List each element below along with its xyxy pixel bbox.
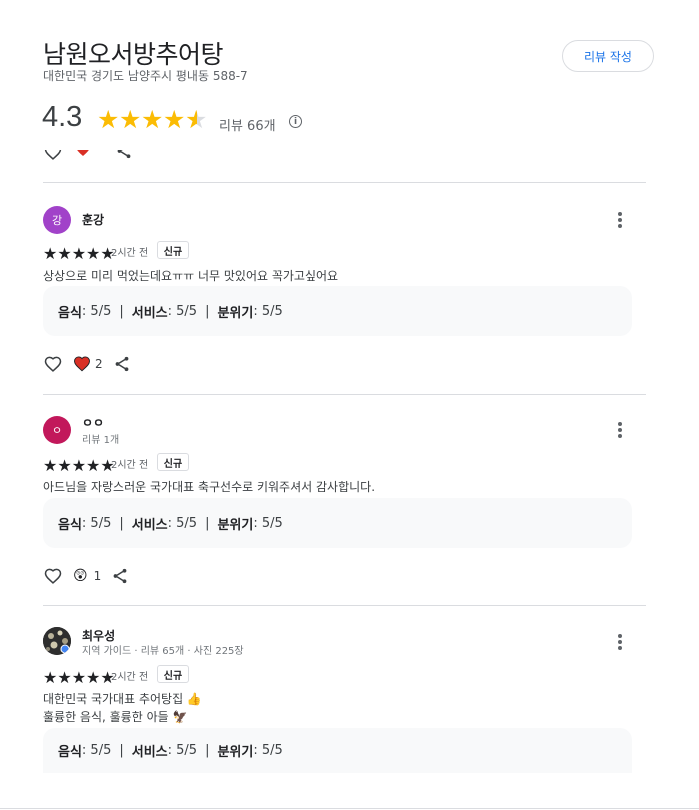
place-header: 남원오서방추어탕 대한민국 경기도 남양주시 평내동 588-7 리뷰 작성 4… xyxy=(0,0,699,150)
bottom-border xyxy=(0,808,699,809)
attr-separator: | xyxy=(205,303,210,319)
reviewer-name[interactable]: ㅇㅇ xyxy=(82,414,104,431)
attr-label-service: 서비스 xyxy=(131,745,168,760)
attr-label-food: 음식 xyxy=(58,305,82,321)
attr-label-service: 서비스 xyxy=(131,305,168,321)
review-divider xyxy=(43,182,646,183)
review-count: 리뷰 66개 xyxy=(219,119,276,134)
reviewer-meta: 지역 가이드 · 리뷰 65개 · 사진 225장 xyxy=(82,646,244,657)
attr-value-atmosphere: : 5/5 xyxy=(253,303,283,319)
reaction-chip[interactable]: 2 xyxy=(73,355,103,373)
reaction-chip[interactable]: 😲 1 xyxy=(73,568,101,584)
place-address: 대한민국 경기도 남양주시 평내동 588-7 xyxy=(43,69,248,83)
reaction-count: 1 xyxy=(93,569,102,583)
reviewer-name[interactable]: 훈강 xyxy=(82,211,104,228)
review-time: 2시간 전 xyxy=(111,248,149,259)
avatar-photo xyxy=(43,627,71,655)
review-rating-stars: ★★★★★ xyxy=(43,668,115,687)
attr-separator: | xyxy=(119,303,124,319)
attr-label-atmosphere: 분위기 xyxy=(217,517,254,533)
half-star-icon: ★ xyxy=(185,105,208,134)
review-card: ㅇ ㅇㅇ 리뷰 1개 ★★★★★ 2시간 전 신규 아드님을 자랑스러운 국가대… xyxy=(43,416,646,591)
attr-value-atmosphere: : 5/5 xyxy=(253,515,283,531)
share-icon[interactable] xyxy=(111,567,129,585)
avatar[interactable]: 강 xyxy=(43,206,71,234)
attr-separator: | xyxy=(205,515,210,531)
review-rating-stars: ★★★★★ xyxy=(43,456,115,475)
review-time: 2시간 전 xyxy=(111,672,149,683)
attr-separator: | xyxy=(205,743,210,758)
more-options-icon[interactable] xyxy=(613,420,627,440)
attr-value-food: : 5/5 xyxy=(81,303,112,319)
star-icon: ★ xyxy=(119,105,142,134)
share-icon[interactable] xyxy=(113,355,131,373)
attr-value-service: : 5/5 xyxy=(167,515,198,531)
previous-review-actions xyxy=(43,150,143,162)
overall-rating-stars: ★ ★ ★ ★ ★ xyxy=(97,106,207,134)
attr-separator: | xyxy=(119,515,124,531)
avatar[interactable] xyxy=(43,627,71,655)
attr-value-food: : 5/5 xyxy=(81,515,112,531)
attr-label-service: 서비스 xyxy=(131,517,168,533)
write-review-button[interactable]: 리뷰 작성 xyxy=(562,40,654,72)
review-card: 강 훈강 ★★★★★ 2시간 전 신규 상상으로 미리 먹었는데요ㅠㅠ 너무 맛… xyxy=(43,206,646,381)
new-badge: 신규 xyxy=(157,241,189,259)
review-text: 아드님을 자랑스러운 국가대표 축구선수로 키워주셔서 감사합니다. xyxy=(43,480,376,494)
attr-value-service: : 5/5 xyxy=(167,303,198,319)
attr-label-food: 음식 xyxy=(58,745,82,760)
heart-icon xyxy=(77,150,89,156)
like-icon[interactable] xyxy=(43,150,63,162)
review-attributes: 음식: 5/5 | 서비스: 5/5 | 분위기: 5/5 xyxy=(43,286,632,336)
more-options-icon[interactable] xyxy=(613,632,627,652)
new-badge: 신규 xyxy=(157,665,189,683)
share-icon[interactable] xyxy=(115,150,133,160)
avatar[interactable]: ㅇ xyxy=(43,416,71,444)
more-options-icon[interactable] xyxy=(613,210,627,230)
attr-label-food: 음식 xyxy=(58,517,82,533)
surprised-face-icon: 😲 xyxy=(73,568,88,584)
star-icon: ★ xyxy=(97,105,120,134)
overall-rating: 4.3 xyxy=(42,101,83,133)
review-actions: 2 xyxy=(43,354,131,374)
like-icon[interactable] xyxy=(43,566,63,586)
review-card: 최우성 지역 가이드 · 리뷰 65개 · 사진 225장 ★★★★★ 2시간 … xyxy=(43,627,646,777)
review-text: 상상으로 미리 먹었는데요ㅠㅠ 너무 맛있어요 꼭가고싶어요 xyxy=(43,269,339,283)
attr-value-service: : 5/5 xyxy=(167,743,198,758)
reviewer-meta: 리뷰 1개 xyxy=(82,435,120,446)
place-title: 남원오서방추어탕 xyxy=(43,40,224,69)
attr-separator: | xyxy=(119,743,124,758)
star-icon: ★ xyxy=(163,105,186,134)
review-text-line-2: 훌륭한 음식, 훌륭한 아들 🦅 xyxy=(43,710,188,724)
attr-label-atmosphere: 분위기 xyxy=(217,305,254,321)
review-rating-stars: ★★★★★ xyxy=(43,244,115,263)
new-badge: 신규 xyxy=(157,453,189,471)
reaction-count: 2 xyxy=(95,357,103,371)
review-divider xyxy=(43,605,646,606)
like-icon[interactable] xyxy=(43,354,63,374)
review-text-line-1: 대한민국 국가대표 추어탕집 👍 xyxy=(43,692,202,706)
attr-value-food: : 5/5 xyxy=(81,743,112,758)
review-divider xyxy=(43,394,646,395)
star-icon: ★ xyxy=(141,105,164,134)
attr-value-atmosphere: : 5/5 xyxy=(253,743,283,758)
review-actions: 😲 1 xyxy=(43,566,129,586)
info-icon[interactable]: i xyxy=(289,115,302,128)
review-attributes: 음식: 5/5 | 서비스: 5/5 | 분위기: 5/5 xyxy=(43,498,632,548)
review-attributes: 음식: 5/5 | 서비스: 5/5 | 분위기: 5/5 xyxy=(43,728,632,773)
heart-icon xyxy=(74,356,90,372)
attr-label-atmosphere: 분위기 xyxy=(217,745,254,760)
review-time: 2시간 전 xyxy=(111,460,149,471)
